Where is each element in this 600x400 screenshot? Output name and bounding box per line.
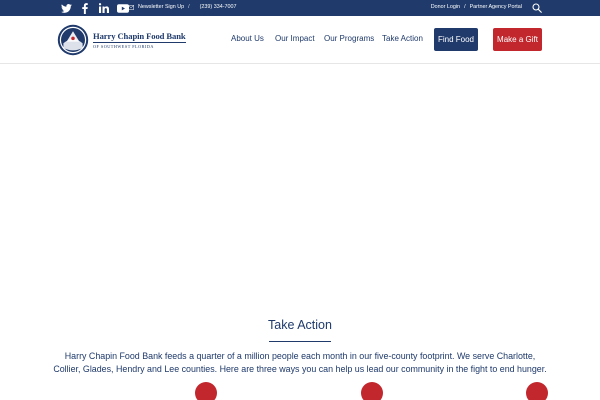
top-utility-bar: Newsletter Sign Up / (239) 334-7007 Dono… bbox=[0, 0, 600, 16]
nav-our-impact[interactable]: Our Impact bbox=[275, 34, 315, 43]
make-a-gift-button[interactable]: Make a Gift bbox=[493, 28, 542, 51]
action-icon-circle[interactable] bbox=[195, 382, 217, 400]
twitter-icon[interactable] bbox=[60, 2, 72, 14]
divider: / bbox=[464, 4, 466, 10]
logo-seal-icon bbox=[57, 24, 89, 56]
utility-links-left: Newsletter Sign Up / (239) 334-7007 bbox=[128, 4, 237, 10]
donor-login-link[interactable]: Donor Login bbox=[431, 4, 460, 10]
intro-paragraph: Harry Chapin Food Bank feeds a quarter o… bbox=[53, 351, 547, 374]
logo[interactable]: Harry Chapin Food Bank OF SOUTHWEST FLOR… bbox=[57, 24, 186, 56]
action-icon-circle[interactable] bbox=[361, 382, 383, 400]
logo-name: Harry Chapin Food Bank bbox=[93, 31, 186, 41]
newsletter-link[interactable]: Newsletter Sign Up bbox=[138, 4, 184, 10]
nav-about-us[interactable]: About Us bbox=[231, 34, 264, 43]
divider: / bbox=[188, 4, 190, 10]
social-links bbox=[60, 2, 129, 14]
action-icon-circle[interactable] bbox=[526, 382, 548, 400]
envelope-icon bbox=[128, 4, 134, 10]
page-title: Take Action bbox=[268, 318, 332, 332]
find-food-button[interactable]: Find Food bbox=[434, 28, 478, 51]
site-header: Harry Chapin Food Bank OF SOUTHWEST FLOR… bbox=[0, 16, 600, 64]
nav-take-action[interactable]: Take Action bbox=[382, 34, 423, 43]
partner-portal-link[interactable]: Partner Agency Portal bbox=[470, 4, 522, 10]
nav-our-programs[interactable]: Our Programs bbox=[324, 34, 374, 43]
logo-wordmark: Harry Chapin Food Bank OF SOUTHWEST FLOR… bbox=[93, 31, 186, 49]
title-underline bbox=[269, 341, 331, 342]
search-icon[interactable] bbox=[532, 3, 542, 13]
phone-link[interactable]: (239) 334-7007 bbox=[200, 4, 237, 10]
linkedin-icon[interactable] bbox=[98, 2, 110, 14]
facebook-icon[interactable] bbox=[79, 2, 91, 14]
logo-tagline: OF SOUTHWEST FLORIDA bbox=[93, 42, 186, 49]
utility-links-right: Donor Login / Partner Agency Portal bbox=[431, 4, 522, 10]
